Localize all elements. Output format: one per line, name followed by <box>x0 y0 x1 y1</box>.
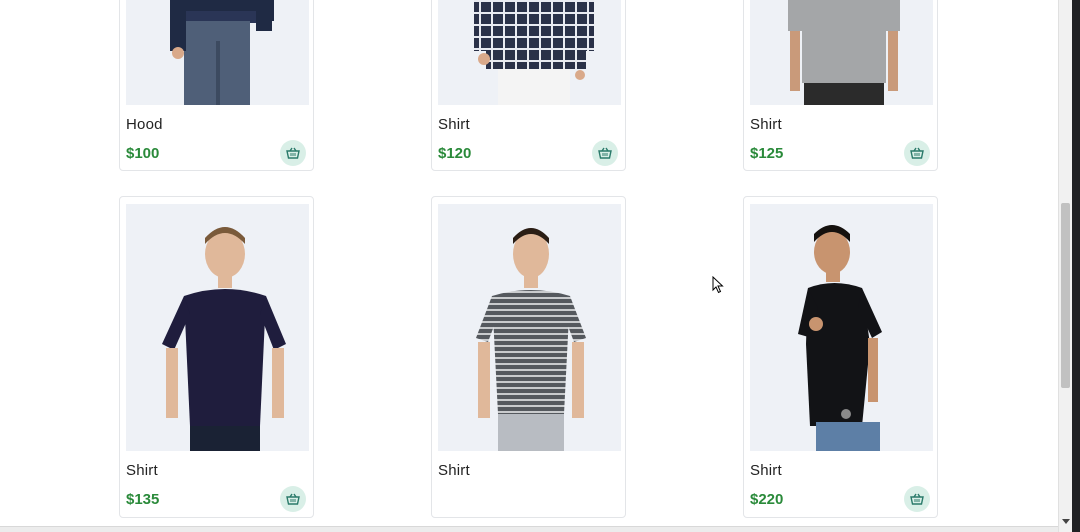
product-price: $120 <box>438 145 472 162</box>
product-card[interactable]: Shirt $120 <box>431 0 626 171</box>
basket-icon <box>598 147 612 159</box>
product-image[interactable] <box>438 0 621 105</box>
product-card[interactable]: Hood $100 <box>119 0 314 171</box>
product-card[interactable]: Shirt $125 <box>743 0 938 171</box>
add-to-cart-button[interactable] <box>280 140 306 166</box>
product-price: $135 <box>126 491 160 508</box>
product-photo-grey-tee <box>788 0 900 105</box>
product-name: Hood <box>126 116 163 133</box>
product-image[interactable] <box>750 204 933 451</box>
product-photo-black-shirt <box>798 225 882 451</box>
side-panel-edge <box>1072 0 1080 532</box>
product-image[interactable] <box>750 0 933 105</box>
basket-icon <box>286 147 300 159</box>
product-grid: Hood $100 Shirt $120 Shirt $125 Shirt $1… <box>0 0 1058 532</box>
product-image[interactable] <box>438 204 621 451</box>
product-card[interactable]: Shirt <box>431 196 626 518</box>
basket-icon <box>286 493 300 505</box>
basket-icon <box>910 147 924 159</box>
product-card[interactable]: Shirt $135 <box>119 196 314 518</box>
basket-icon <box>910 493 924 505</box>
add-to-cart-button[interactable] <box>904 486 930 512</box>
add-to-cart-button[interactable] <box>592 140 618 166</box>
product-price: $100 <box>126 145 160 162</box>
product-photo-striped-tee <box>476 228 586 451</box>
add-to-cart-button[interactable] <box>904 140 930 166</box>
horizontal-scrollbar[interactable] <box>0 526 1058 532</box>
product-card[interactable]: Shirt $220 <box>743 196 938 518</box>
product-image[interactable] <box>126 204 309 451</box>
product-price: $125 <box>750 145 784 162</box>
add-to-cart-button[interactable] <box>280 486 306 512</box>
product-name: Shirt <box>750 462 782 479</box>
vertical-scrollbar[interactable] <box>1058 0 1072 532</box>
product-price: $220 <box>750 491 784 508</box>
product-photo-plaid-shirt <box>474 0 594 105</box>
mouse-cursor-icon <box>712 275 724 299</box>
scrollbar-thumb[interactable] <box>1061 203 1070 388</box>
product-name: Shirt <box>750 116 782 133</box>
product-name: Shirt <box>126 462 158 479</box>
product-photo-jacket <box>170 0 274 105</box>
scroll-down-arrow-icon[interactable] <box>1062 519 1070 524</box>
product-name: Shirt <box>438 116 470 133</box>
product-image[interactable] <box>126 0 309 105</box>
product-photo-navy-tee <box>162 227 286 451</box>
product-name: Shirt <box>438 462 470 479</box>
